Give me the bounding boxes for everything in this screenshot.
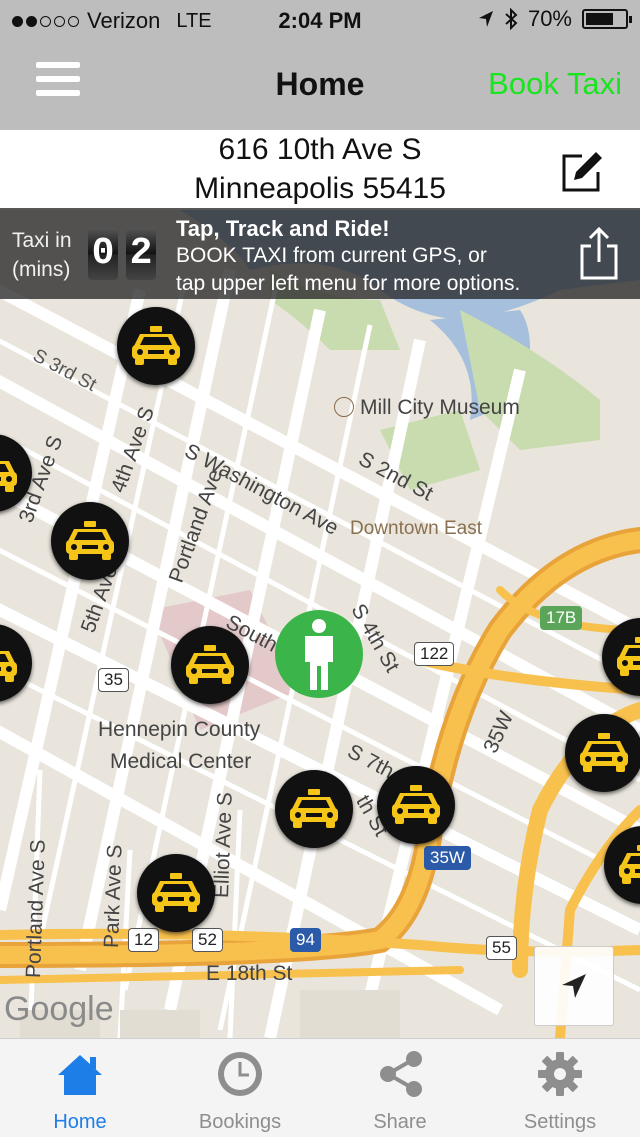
tab-home-label: Home (53, 1111, 107, 1133)
taxi-marker[interactable] (117, 307, 195, 385)
taxi-icon (132, 326, 180, 365)
taxi-icon (66, 521, 114, 560)
taxi-marker[interactable] (51, 502, 129, 580)
info-banner: Taxi in (mins) 0 2 Tap, Track and Ride! … (0, 208, 640, 299)
interstate-shield-94: 94 (290, 928, 321, 952)
map-label-elliot: Elliot Ave S (210, 791, 237, 899)
info-text: BOOK TAXI from current GPS, or tap upper… (176, 242, 576, 298)
edit-address-button[interactable] (560, 150, 604, 194)
info-text-line1: BOOK TAXI from current GPS, or (176, 244, 487, 267)
interstate-shield-35w: 35W (424, 846, 471, 870)
tab-home[interactable]: Home (0, 1039, 160, 1137)
eta-label-line2: (mins) (12, 258, 71, 281)
tab-settings[interactable]: Settings (480, 1039, 640, 1137)
clock-icon (218, 1052, 262, 1096)
tab-bookings[interactable]: Bookings (160, 1039, 320, 1137)
route-shield-35: 35 (98, 668, 129, 692)
status-bar: Verizon LTE 2:04 PM 70% (0, 0, 640, 40)
navigation-arrow-icon (562, 974, 586, 998)
taxi-icon (290, 789, 338, 828)
address-line2: Minneapolis 55415 (194, 172, 446, 205)
home-icon (58, 1055, 102, 1095)
map-label-mill-text: Mill City Museum (360, 396, 520, 419)
map-label-mill: Mill City Museum (334, 396, 520, 420)
map-label-downtown: Downtown East (350, 518, 483, 539)
map-label-hennepin1: Hennepin County (98, 718, 261, 741)
bluetooth-icon (505, 8, 518, 30)
taxi-icon (186, 645, 234, 684)
share-icon (380, 1051, 422, 1097)
map-label-hennepin2: Medical Center (110, 750, 252, 773)
gear-icon (538, 1052, 582, 1096)
us-shield-52: 52 (192, 928, 223, 952)
navigation-bar: Home Book Taxi (0, 40, 640, 130)
map-view[interactable]: S 3rd St S Washington Ave S 2nd St Mill … (0, 210, 640, 1038)
address-bar: 616 10th Ave S Minneapolis 55415 (0, 130, 640, 210)
person-icon (305, 619, 333, 690)
address-line1: 616 10th Ave S (218, 133, 422, 166)
tab-bookings-label: Bookings (198, 1111, 282, 1133)
tab-share-label: Share (373, 1111, 427, 1133)
route-shield-55: 55 (486, 936, 517, 960)
taxi-marker[interactable] (377, 766, 455, 844)
location-arrow-icon (478, 11, 493, 27)
info-text-line2: tap upper left menu for more options. (176, 272, 521, 295)
share-location-button[interactable] (576, 226, 622, 282)
eta-digit-1: 0 (88, 228, 118, 280)
battery-icon (582, 9, 632, 29)
tab-bar: Home Bookings Share Settings (0, 1038, 640, 1137)
eta-digit-2: 2 (126, 228, 156, 280)
battery-percent: 70% (527, 6, 572, 31)
taxi-icon (392, 785, 440, 824)
status-right: 70% (478, 6, 632, 32)
tab-settings-label: Settings (523, 1111, 597, 1133)
exit-shield-17b: 17B (540, 606, 583, 630)
current-address: 616 10th Ave S Minneapolis 55415 (0, 130, 640, 208)
taxi-marker[interactable] (275, 770, 353, 848)
taxi-icon (580, 733, 628, 772)
taxi-marker[interactable] (137, 854, 215, 932)
taxi-icon (0, 461, 17, 492)
info-title: Tap, Track and Ride! (176, 216, 390, 241)
map-label-portland2: Portland Ave S (22, 839, 50, 979)
map-label-park: Park Ave S (100, 844, 127, 949)
tab-share[interactable]: Share (320, 1039, 480, 1137)
share-upload-icon (580, 226, 618, 280)
us-shield-12: 12 (128, 928, 159, 952)
current-location-person-marker[interactable] (275, 610, 363, 698)
taxi-marker[interactable] (171, 626, 249, 704)
taxi-icon (619, 845, 640, 884)
taxi-marker[interactable] (565, 714, 640, 792)
taxi-icon (0, 651, 17, 682)
google-logo: Google (4, 990, 114, 1028)
route-shield-122: 122 (414, 642, 455, 666)
taxi-icon (152, 873, 200, 912)
book-taxi-button[interactable]: Book Taxi (488, 66, 622, 102)
eta-label-line1: Taxi in (12, 229, 72, 252)
locate-me-button[interactable] (534, 946, 614, 1026)
taxi-icon (617, 637, 640, 676)
eta-label: Taxi in (mins) (12, 226, 72, 284)
edit-icon (562, 152, 602, 192)
map-label-e18: E 18th St (206, 962, 293, 985)
